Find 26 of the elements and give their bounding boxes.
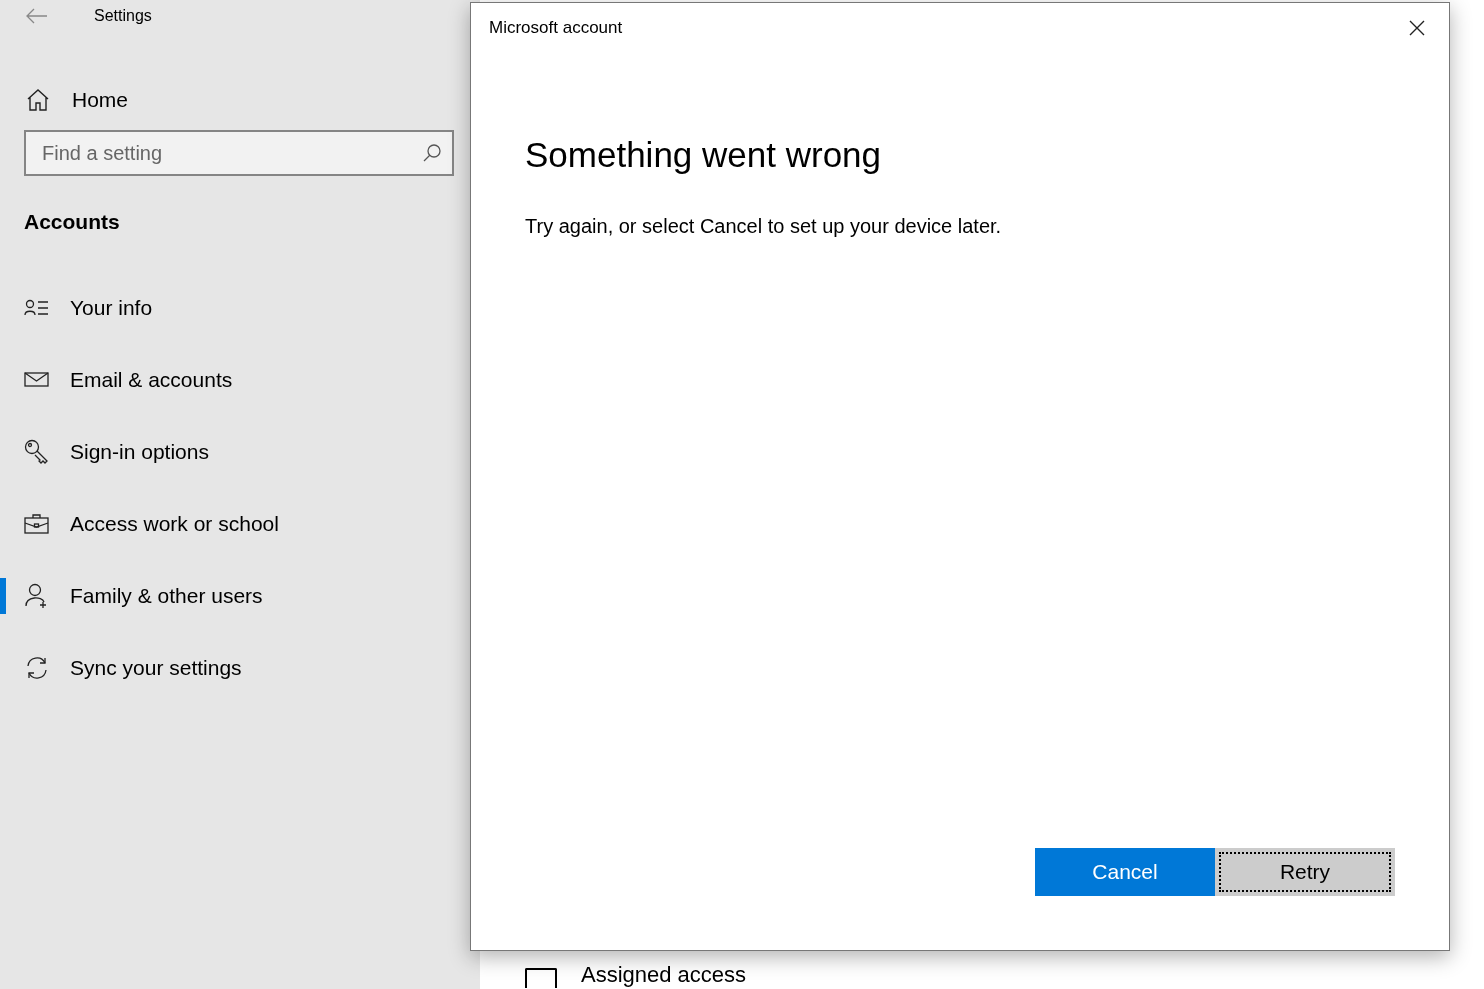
app-title: Settings — [94, 7, 152, 25]
key-icon — [24, 439, 50, 465]
dialog-heading: Something went wrong — [525, 135, 883, 175]
option-label: Assigned access — [581, 962, 747, 988]
envelope-icon — [24, 371, 50, 389]
nav-item[interactable]: Email & accounts — [0, 362, 444, 398]
search-icon — [422, 143, 442, 163]
nav-item[interactable]: Sign-in options — [0, 434, 444, 470]
dialog-message: Try again, or select Cancel to set up your device later. — [525, 215, 1003, 238]
home-icon — [26, 89, 50, 111]
home-nav-item[interactable]: Home — [26, 82, 426, 118]
sync-icon — [24, 655, 50, 681]
dialog-title: Microsoft account — [489, 18, 623, 38]
retry-button[interactable]: Retry — [1215, 848, 1395, 896]
nav-item[interactable]: Sync your settings — [0, 650, 444, 686]
contact-list-icon — [24, 299, 50, 317]
nav-item[interactable]: Your info — [0, 290, 444, 326]
search-field[interactable]: Find a setting — [24, 130, 454, 176]
cancel-button[interactable]: Cancel — [1035, 848, 1215, 896]
checkbox[interactable] — [525, 968, 557, 988]
back-arrow-icon[interactable] — [26, 8, 48, 24]
section-heading: Accounts — [24, 210, 121, 234]
close-icon[interactable] — [1409, 20, 1425, 36]
nav-item[interactable]: Family & other users — [0, 578, 444, 614]
briefcase-icon — [24, 513, 50, 535]
nav-item[interactable]: Access work or school — [0, 506, 444, 542]
